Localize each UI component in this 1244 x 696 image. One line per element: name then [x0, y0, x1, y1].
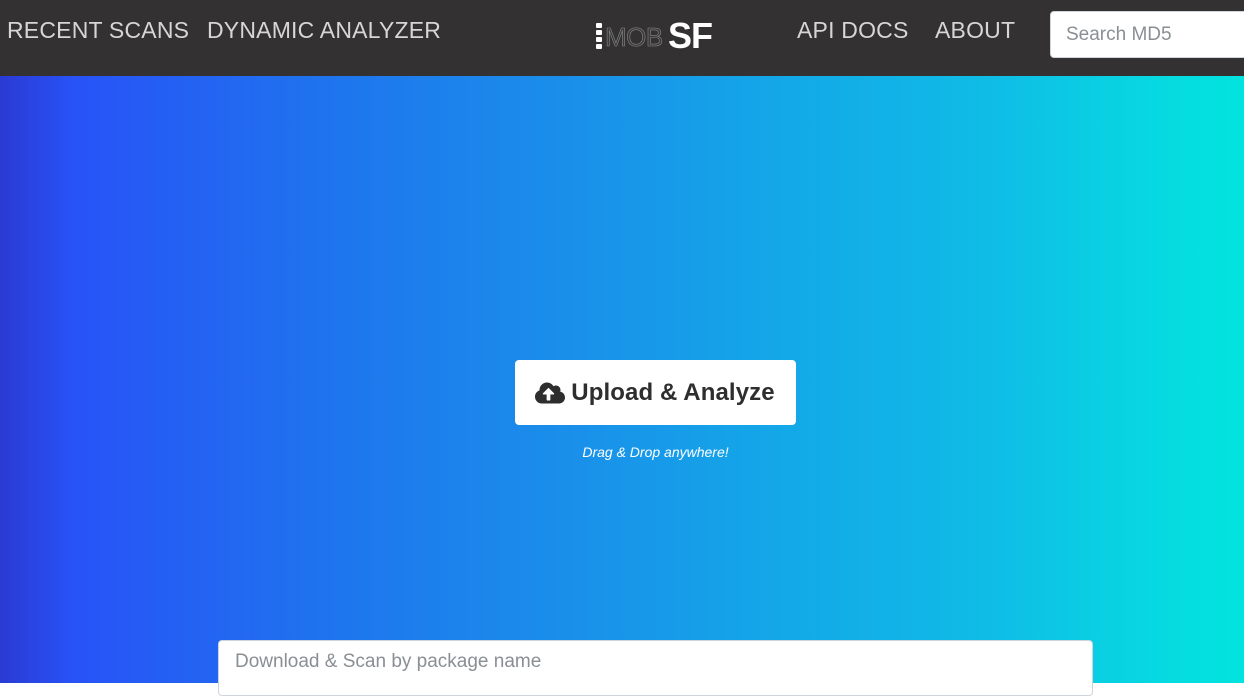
nav-about[interactable]: ABOUT [935, 14, 1015, 46]
upload-button-label: Upload & Analyze [571, 378, 775, 406]
logo-sf-text: SF [668, 15, 713, 56]
nav-api-docs[interactable]: API DOCS [797, 14, 909, 46]
search-md5-input[interactable] [1050, 11, 1244, 58]
package-name-input[interactable] [218, 640, 1093, 696]
nav-recent-scans[interactable]: RECENT SCANS [7, 14, 189, 46]
mobsf-logo[interactable]: MOB SF [594, 14, 724, 56]
cloud-upload-icon [535, 382, 566, 403]
logo-dots-icon [596, 23, 602, 49]
logo-mob-text: MOB [605, 22, 664, 53]
nav-dynamic-analyzer[interactable]: DYNAMIC ANALYZER [207, 14, 441, 46]
drag-drop-hint: Drag & Drop anywhere! [582, 444, 729, 460]
upload-analyze-button[interactable]: Upload & Analyze [515, 360, 796, 425]
top-navbar: RECENT SCANS DYNAMIC ANALYZER MOB SF API… [0, 0, 1244, 76]
